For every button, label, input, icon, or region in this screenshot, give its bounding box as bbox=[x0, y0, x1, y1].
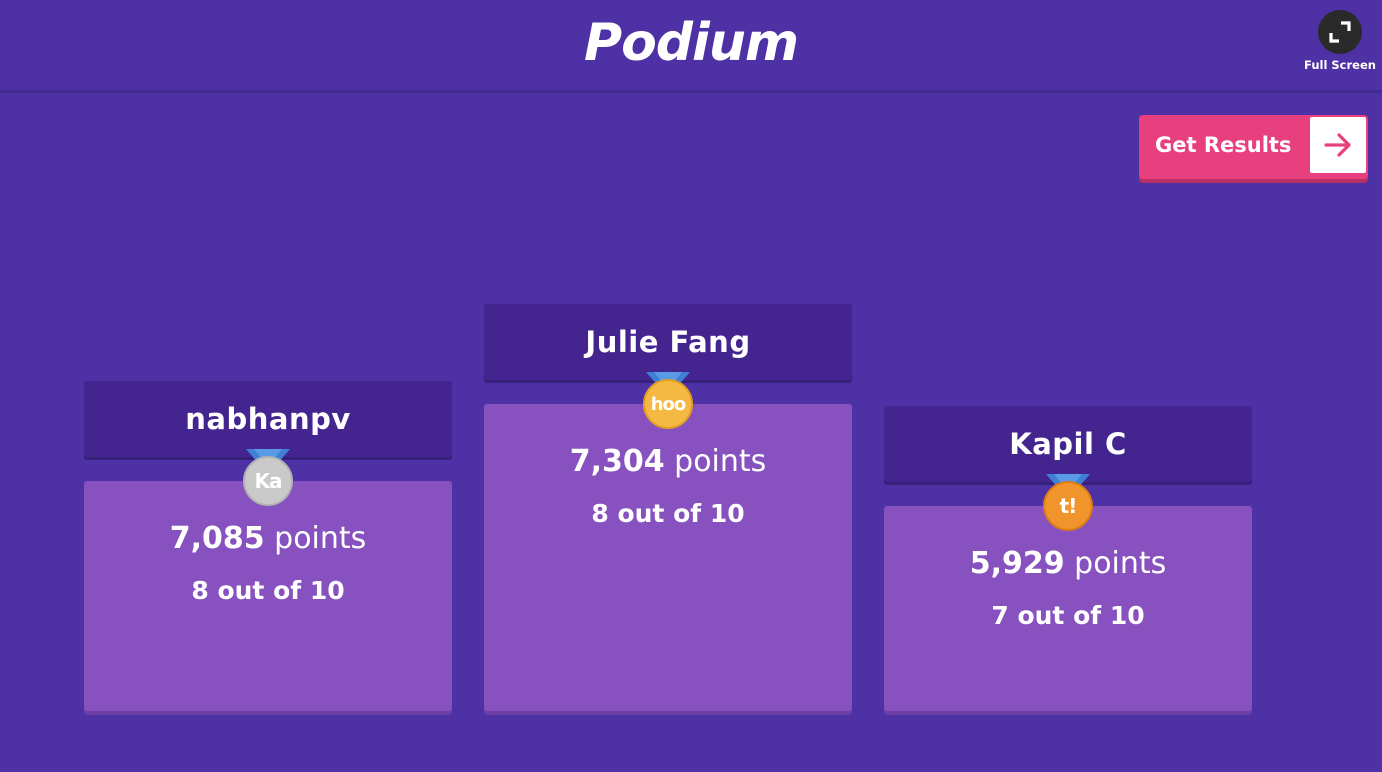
medal-disc: Ka bbox=[243, 456, 293, 506]
points-unit: points bbox=[274, 521, 367, 556]
podium-points-third: 5,929 points bbox=[884, 546, 1252, 581]
page-title: Podium bbox=[583, 13, 799, 73]
podium-name-first: Julie Fang bbox=[484, 304, 852, 380]
points-value: 5,929 bbox=[969, 546, 1065, 581]
points-value: 7,304 bbox=[569, 444, 665, 479]
podium-score-second: 8 out of 10 bbox=[191, 576, 345, 605]
fullscreen-toggle[interactable]: Full Screen bbox=[1302, 10, 1378, 72]
points-unit: points bbox=[1074, 546, 1167, 581]
medal-text: t! bbox=[1059, 494, 1078, 518]
podium-points-second: 7,085 points bbox=[84, 521, 452, 556]
podium-box-second: 7,085 points 8 out of 10 bbox=[84, 481, 452, 711]
bronze-medal-icon: t! bbox=[1042, 474, 1094, 538]
podium-box-first: 7,304 points 8 out of 10 bbox=[484, 404, 852, 711]
gold-medal-icon: hoo bbox=[642, 372, 694, 436]
podium-score-third: 7 out of 10 bbox=[991, 601, 1145, 630]
points-value: 7,085 bbox=[169, 521, 265, 556]
fullscreen-label: Full Screen bbox=[1304, 58, 1376, 72]
get-results-button[interactable]: Get Results bbox=[1139, 115, 1368, 179]
podium-name-second: nabhanpv bbox=[84, 381, 452, 457]
podium-name-third: Kapil C bbox=[884, 406, 1252, 482]
fullscreen-icon[interactable] bbox=[1318, 10, 1362, 54]
header-bar: Podium Full Screen bbox=[0, 0, 1382, 93]
points-unit: points bbox=[674, 444, 767, 479]
medal-disc: hoo bbox=[643, 379, 693, 429]
podium-points-first: 7,304 points bbox=[484, 444, 852, 479]
medal-disc: t! bbox=[1043, 481, 1093, 531]
silver-medal-icon: Ka bbox=[242, 449, 294, 513]
medal-text: Ka bbox=[254, 469, 283, 493]
podium-score-first: 8 out of 10 bbox=[591, 499, 745, 528]
medal-text: hoo bbox=[650, 393, 687, 415]
get-results-label: Get Results bbox=[1155, 133, 1292, 157]
arrow-right-icon bbox=[1310, 117, 1366, 173]
